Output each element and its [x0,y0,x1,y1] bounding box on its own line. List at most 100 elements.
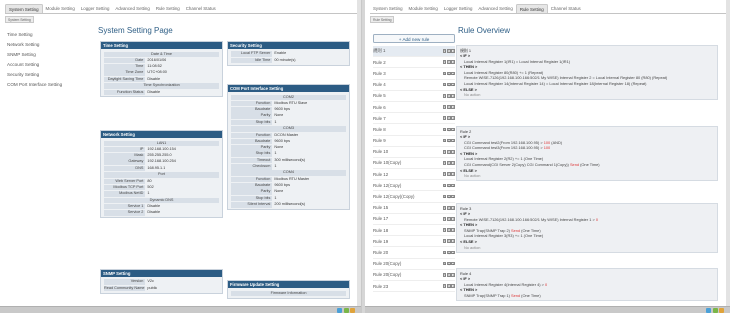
copy-icon[interactable]: ⎘ [447,149,451,154]
tab-system-setting[interactable]: System Setting [5,4,43,13]
rule-list-item[interactable]: Rule 17 ✎ ⎘ ✕ [373,214,455,225]
delete-icon[interactable]: ✕ [451,138,455,143]
copy-icon[interactable]: ⎘ [447,138,451,143]
rule-list-item[interactable]: Rule 4 ✎ ⎘ ✕ [373,80,455,91]
delete-icon[interactable]: ✕ [451,71,455,76]
edit-icon[interactable]: ✎ [442,194,447,199]
rule-list-item[interactable]: Rule 12 ✎ ⎘ ✕ [373,169,455,181]
rule-list-item[interactable]: Rule 3 ✎ ⎘ ✕ [373,68,455,80]
delete-icon[interactable]: ✕ [451,105,455,109]
network-tray-icon[interactable] [337,308,342,313]
edit-icon[interactable]: ✎ [442,116,447,120]
rule-list-item[interactable]: Rule 9 ✎ ⎘ ✕ [373,136,455,147]
rule-list-item[interactable]: Rule 15 ✎ ⎘ ✕ [373,203,455,214]
edit-icon[interactable]: ✎ [442,205,447,210]
copy-icon[interactable]: ⎘ [447,60,451,64]
rule-list-item[interactable]: Rule 20 ✎ ⎘ ✕ [373,247,455,259]
delete-icon[interactable]: ✕ [451,217,455,221]
sidebar-item-snmp-setting[interactable]: SNMP Setting [7,50,62,60]
delete-icon[interactable]: ✕ [451,205,455,210]
security-tray-icon[interactable] [343,308,349,313]
delete-icon[interactable]: ✕ [451,261,455,266]
copy-icon[interactable]: ⎘ [447,239,451,243]
rule-list-item[interactable]: Rule 20(Copy) ✎ ⎘ ✕ [373,259,455,270]
copy-icon[interactable]: ⎘ [447,261,451,266]
copy-icon[interactable]: ⎘ [447,49,451,53]
copy-icon[interactable]: ⎘ [447,161,451,165]
rule-list-item[interactable]: Rule 20(Copy) ✎ ⎘ ✕ [373,270,455,281]
tab-channel-status[interactable]: Channel Status [183,4,219,13]
delete-icon[interactable]: ✕ [451,228,455,232]
tab-rule-setting[interactable]: Rule Setting [153,4,183,13]
edit-icon[interactable]: ✎ [442,217,447,221]
rule-list-item[interactable]: Rule 19 ✎ ⎘ ✕ [373,236,455,248]
copy-icon[interactable]: ⎘ [447,217,451,221]
copy-icon[interactable]: ⎘ [447,172,451,176]
edit-icon[interactable]: ✎ [442,273,447,277]
edit-icon[interactable]: ✎ [442,138,447,143]
rule-list-item[interactable]: Rule 12(Copy)(Copy) ✎ ⎘ ✕ [373,191,455,203]
tab-advanced-setting[interactable]: Advanced Setting [112,4,152,13]
edit-icon[interactable]: ✎ [442,250,447,255]
copy-icon[interactable]: ⎘ [447,284,451,288]
rule-list-item[interactable]: Rule 2 ✎ ⎘ ✕ [373,57,455,69]
delete-icon[interactable]: ✕ [451,239,455,243]
security-tray-icon[interactable] [712,308,718,313]
rule-list-item[interactable]: Rule 12(Copy) ✎ ⎘ ✕ [373,180,455,192]
delete-icon[interactable]: ✕ [451,183,455,187]
edit-icon[interactable]: ✎ [442,149,447,154]
copy-icon[interactable]: ⎘ [447,116,451,120]
network-tray-icon[interactable] [706,308,711,313]
left-scrollbar[interactable] [357,0,361,313]
copy-icon[interactable]: ⎘ [447,273,451,277]
edit-icon[interactable]: ✎ [442,239,447,243]
tab-channel-status[interactable]: Channel Status [548,4,584,13]
edit-icon[interactable]: ✎ [442,71,447,76]
copy-icon[interactable]: ⎘ [447,105,451,109]
right-scrollbar[interactable] [726,0,730,313]
copy-icon[interactable]: ⎘ [447,228,451,232]
copy-icon[interactable]: ⎘ [447,127,451,131]
tab-logger-setting[interactable]: Logger Setting [78,4,113,13]
delete-icon[interactable]: ✕ [451,284,455,288]
rule-list-item[interactable]: Rule 18 ✎ ⎘ ✕ [373,225,455,237]
delete-icon[interactable]: ✕ [451,172,455,176]
tab-logger-setting[interactable]: Logger Setting [441,4,476,13]
delete-icon[interactable]: ✕ [451,161,455,165]
delete-icon[interactable]: ✕ [451,194,455,199]
copy-icon[interactable]: ⎘ [447,82,451,87]
add-new-rule-button[interactable]: + Add new rule [373,34,455,43]
sidebar-item-com-port-interface-setting[interactable]: COM Port Interface Setting [7,80,62,90]
rule-list-item[interactable]: Rule 7 ✎ ⎘ ✕ [373,113,455,125]
edit-icon[interactable]: ✎ [442,161,447,165]
edit-icon[interactable]: ✎ [442,172,447,176]
sidebar-item-network-setting[interactable]: Network Setting [7,40,62,50]
delete-icon[interactable]: ✕ [451,49,455,53]
delete-icon[interactable]: ✕ [451,60,455,64]
rule-list-item[interactable]: Rule 23 ✎ ⎘ ✕ [373,281,455,293]
edit-icon[interactable]: ✎ [442,82,447,87]
delete-icon[interactable]: ✕ [451,82,455,87]
rule-list-item[interactable]: Rule 8 ✎ ⎘ ✕ [373,124,455,136]
rule-list-item[interactable]: 規則 1 ✎ ⎘ ✕ [373,46,455,58]
delete-icon[interactable]: ✕ [451,116,455,120]
copy-icon[interactable]: ⎘ [447,94,451,98]
edit-icon[interactable]: ✎ [442,284,447,288]
rule-list-item[interactable]: Rule 5 ✎ ⎘ ✕ [373,91,455,102]
copy-icon[interactable]: ⎘ [447,71,451,76]
edit-icon[interactable]: ✎ [442,60,447,64]
rule-list-item[interactable]: Rule 6 ✎ ⎘ ✕ [373,102,455,114]
tab-module-setting[interactable]: Module Setting [406,4,441,13]
delete-icon[interactable]: ✕ [451,94,455,98]
edit-icon[interactable]: ✎ [442,127,447,131]
tab-system-setting[interactable]: System Setting [370,4,406,13]
edit-icon[interactable]: ✎ [442,183,447,187]
tab-rule-setting[interactable]: Rule Setting [515,4,548,13]
edit-icon[interactable]: ✎ [442,94,447,98]
sidebar-item-account-setting[interactable]: Account Setting [7,60,62,70]
copy-icon[interactable]: ⎘ [447,194,451,199]
rule-list-item[interactable]: Rule 10(Copy) ✎ ⎘ ✕ [373,158,455,170]
copy-icon[interactable]: ⎘ [447,250,451,255]
edit-icon[interactable]: ✎ [442,228,447,232]
edit-icon[interactable]: ✎ [442,105,447,109]
